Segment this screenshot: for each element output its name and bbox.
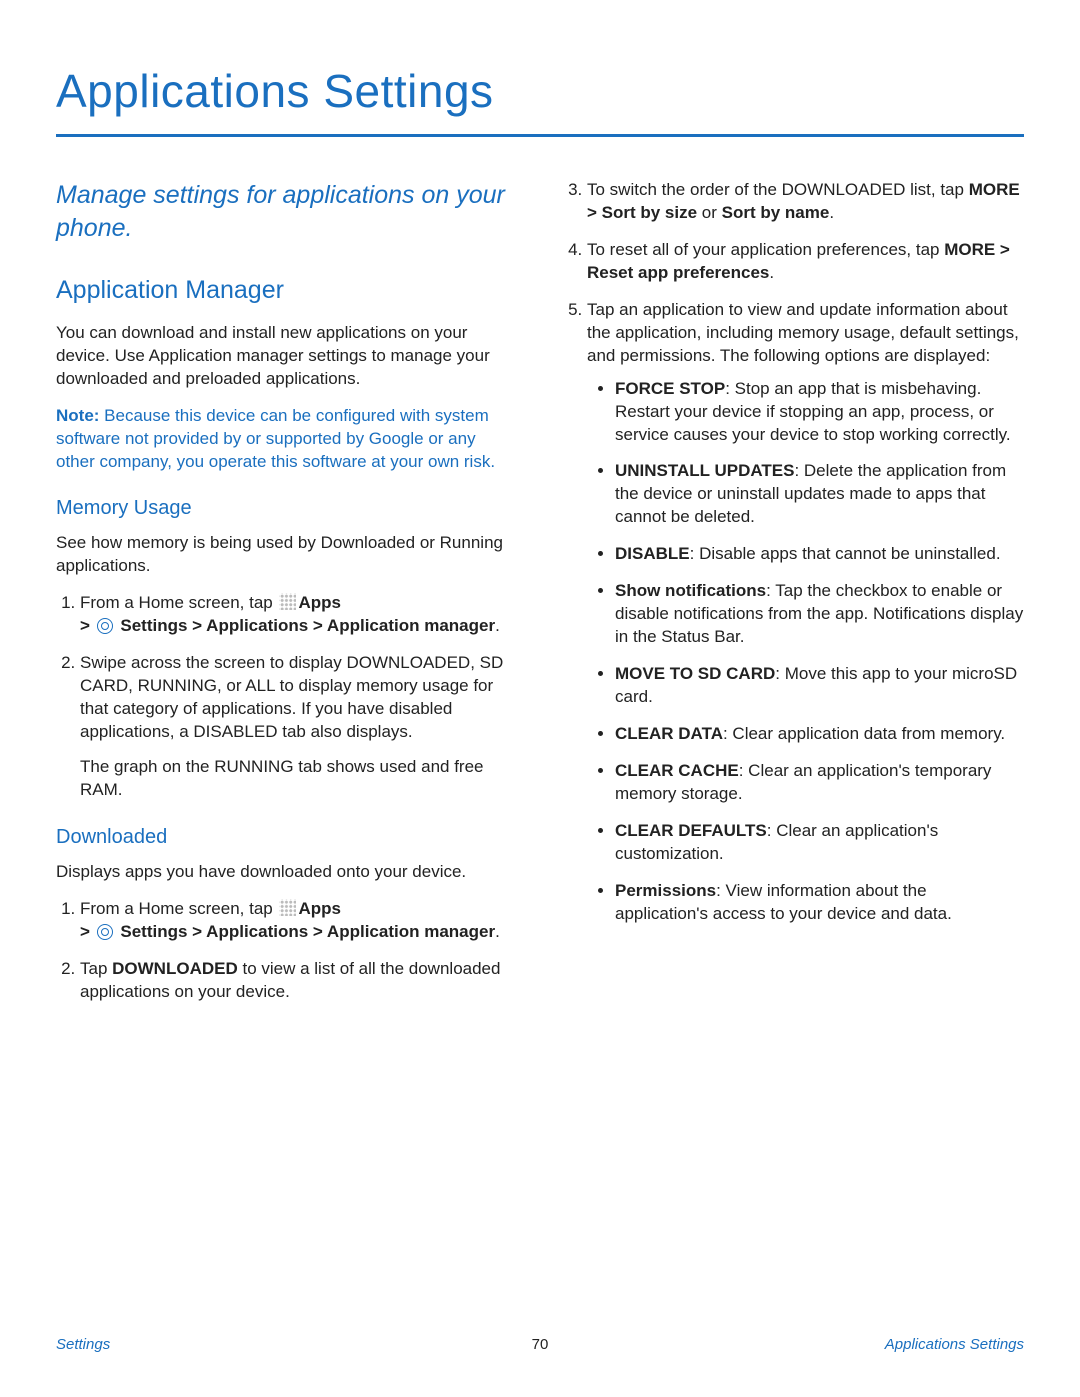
list-item: CLEAR DATA: Clear application data from … <box>615 723 1024 746</box>
option-name: DISABLE <box>615 544 690 563</box>
text: > <box>80 616 95 635</box>
text: Sort by name <box>722 203 830 222</box>
apps-label: Apps <box>298 899 341 918</box>
page-subtitle: Manage settings for applications on your… <box>56 179 517 244</box>
text: From a Home screen, tap <box>80 593 277 612</box>
paragraph-app-manager: You can download and install new applica… <box>56 322 517 391</box>
option-name: CLEAR CACHE <box>615 761 739 780</box>
heading-downloaded: Downloaded <box>56 824 517 851</box>
option-desc: : Disable apps that cannot be uninstalle… <box>690 544 1001 563</box>
text: The graph on the RUNNING tab shows used … <box>80 756 517 802</box>
list-item: MOVE TO SD CARD: Move this app to your m… <box>615 663 1024 709</box>
list-item: From a Home screen, tap Apps > Settings … <box>80 898 517 944</box>
option-name: FORCE STOP <box>615 379 725 398</box>
downloaded-steps: From a Home screen, tap Apps > Settings … <box>56 898 517 1004</box>
apps-grid-icon <box>279 899 296 916</box>
text: DOWNLOADED <box>112 959 238 978</box>
apps-label: Apps <box>298 593 341 612</box>
heading-application-manager: Application Manager <box>56 274 517 308</box>
option-name: CLEAR DEFAULTS <box>615 821 767 840</box>
text: Tap an application to view and update in… <box>587 300 1019 365</box>
note-label: Note: <box>56 406 99 425</box>
continued-steps: To switch the order of the DOWNLOADED li… <box>563 179 1024 925</box>
paragraph-downloaded: Displays apps you have downloaded onto y… <box>56 861 517 884</box>
list-item: To switch the order of the DOWNLOADED li… <box>587 179 1024 225</box>
text: > <box>80 922 95 941</box>
text: . <box>495 616 500 635</box>
memory-steps: From a Home screen, tap Apps > Settings … <box>56 592 517 802</box>
option-desc: : Clear application data from memory. <box>723 724 1005 743</box>
two-column-layout: Manage settings for applications on your… <box>56 179 1024 1017</box>
text: . <box>495 922 500 941</box>
apps-grid-icon <box>279 593 296 610</box>
list-item: Tap an application to view and update in… <box>587 299 1024 926</box>
list-item: UNINSTALL UPDATES: Delete the applicatio… <box>615 460 1024 529</box>
text: Tap <box>80 959 112 978</box>
text: Swipe across the screen to display DOWNL… <box>80 653 503 741</box>
text: To switch the order of the DOWNLOADED li… <box>587 180 969 199</box>
option-bullets: FORCE STOP: Stop an app that is misbehav… <box>587 378 1024 926</box>
settings-gear-icon <box>97 924 113 940</box>
text: To reset all of your application prefere… <box>587 240 944 259</box>
heading-memory-usage: Memory Usage <box>56 495 517 522</box>
option-name: Permissions <box>615 881 716 900</box>
list-item: FORCE STOP: Stop an app that is misbehav… <box>615 378 1024 447</box>
title-rule <box>56 134 1024 137</box>
text: or <box>697 203 722 222</box>
list-item: To reset all of your application prefere… <box>587 239 1024 285</box>
left-column: Manage settings for applications on your… <box>56 179 517 1017</box>
list-item: Tap DOWNLOADED to view a list of all the… <box>80 958 517 1004</box>
note-body: Because this device can be configured wi… <box>56 406 495 471</box>
nav-chain: Settings > Applications > Application ma… <box>116 616 495 635</box>
list-item: From a Home screen, tap Apps > Settings … <box>80 592 517 638</box>
list-item: CLEAR DEFAULTS: Clear an application's c… <box>615 820 1024 866</box>
list-item: CLEAR CACHE: Clear an application's temp… <box>615 760 1024 806</box>
option-name: CLEAR DATA <box>615 724 723 743</box>
page-footer: Settings 70 Applications Settings <box>56 1335 1024 1355</box>
list-item: Swipe across the screen to display DOWNL… <box>80 652 517 802</box>
page-number: 70 <box>56 1335 1024 1355</box>
text: . <box>769 263 774 282</box>
right-column: To switch the order of the DOWNLOADED li… <box>563 179 1024 1017</box>
list-item: DISABLE: Disable apps that cannot be uni… <box>615 543 1024 566</box>
settings-gear-icon <box>97 618 113 634</box>
option-name: MOVE TO SD CARD <box>615 664 775 683</box>
paragraph-memory: See how memory is being used by Download… <box>56 532 517 578</box>
option-name: Show notifications <box>615 581 766 600</box>
text: From a Home screen, tap <box>80 899 277 918</box>
text: . <box>829 203 834 222</box>
note-paragraph: Note: Because this device can be configu… <box>56 405 517 474</box>
nav-chain: Settings > Applications > Application ma… <box>116 922 495 941</box>
list-item: Show notifications: Tap the checkbox to … <box>615 580 1024 649</box>
option-name: UNINSTALL UPDATES <box>615 461 794 480</box>
list-item: Permissions: View information about the … <box>615 880 1024 926</box>
page-title: Applications Settings <box>56 60 1024 122</box>
